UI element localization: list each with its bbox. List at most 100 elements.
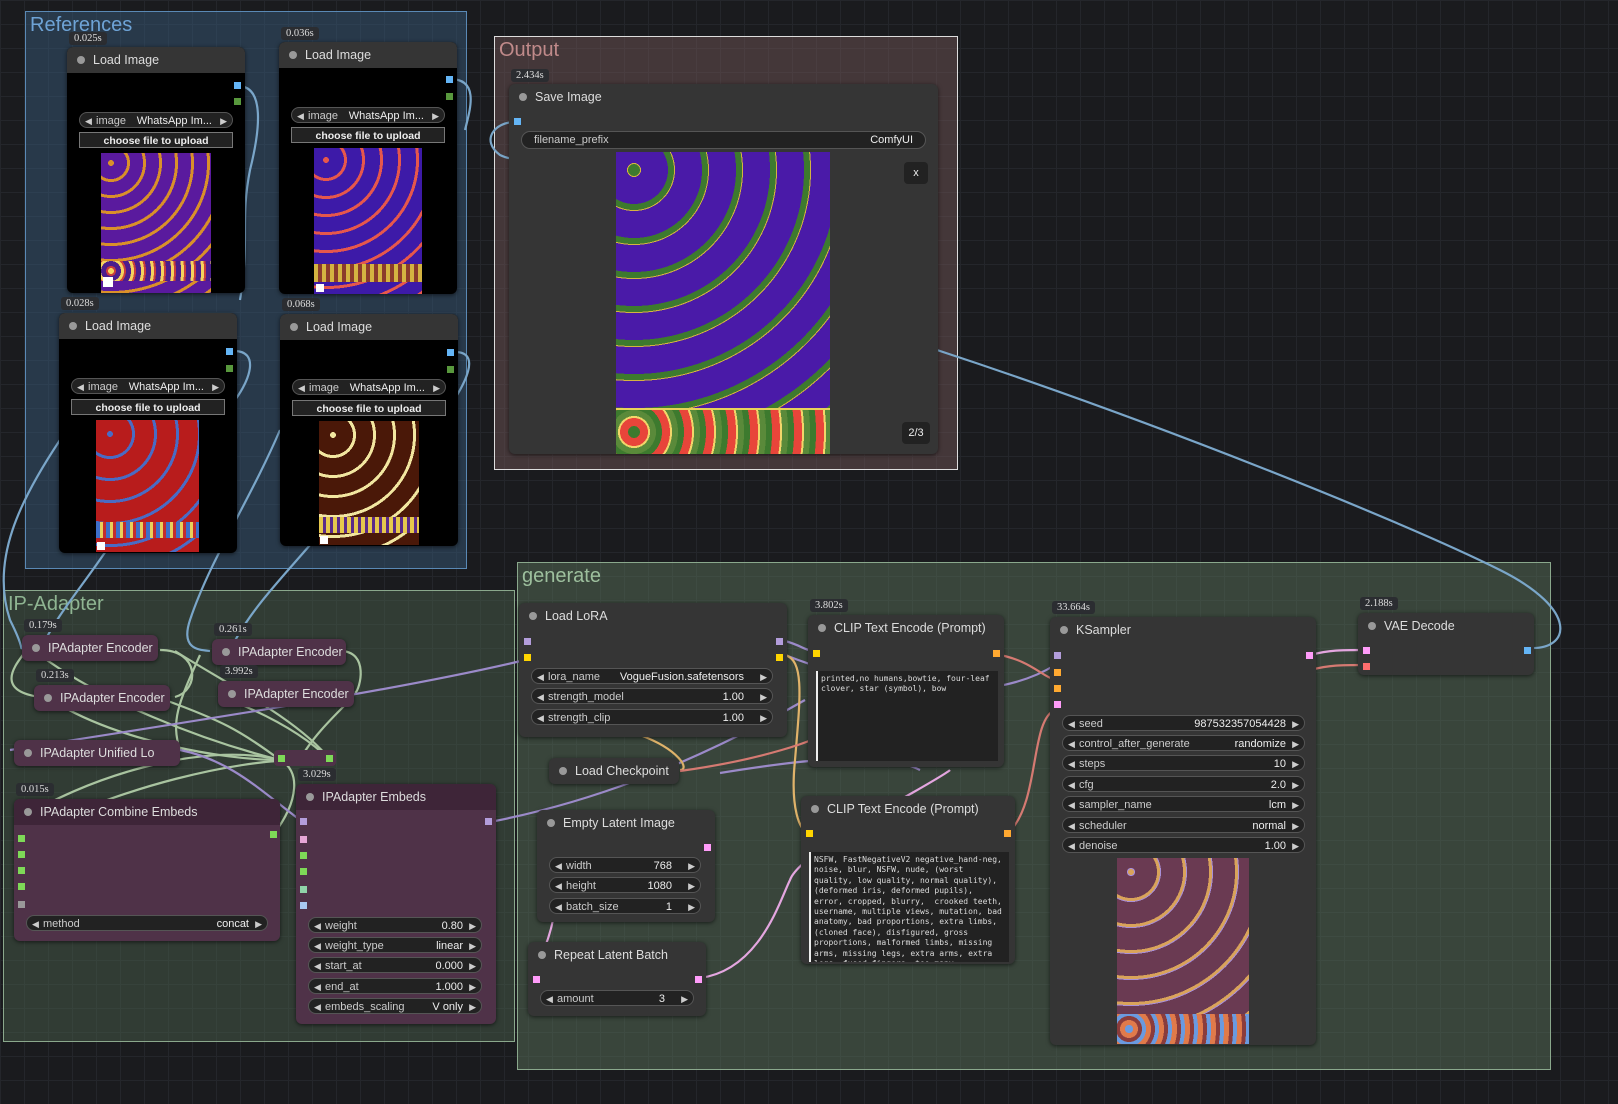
clip-vision-input-socket[interactable] <box>300 902 307 909</box>
weight-field[interactable]: ◀ weight 0.80 ▶ <box>308 917 482 933</box>
conditioning-output-socket[interactable] <box>993 650 1000 657</box>
embed4-input-socket[interactable] <box>18 883 25 890</box>
arrow-right-icon[interactable]: ▶ <box>255 916 262 932</box>
vae-decode-node[interactable]: VAE Decode <box>1358 613 1534 675</box>
prompt-textarea[interactable]: NSFW, FastNegativeV2 negative_hand-neg, … <box>809 852 1009 962</box>
node-title[interactable]: Load Image <box>279 42 457 68</box>
mask-output-socket[interactable] <box>447 366 454 373</box>
arrow-left-icon[interactable]: ◀ <box>546 991 553 1007</box>
node-title[interactable]: Repeat Latent Batch <box>528 942 706 968</box>
empty-latent-image-node[interactable]: Empty Latent Image ◀ width 768 ▶ ◀ heigh… <box>537 810 715 922</box>
negative-input-socket[interactable] <box>1054 685 1061 692</box>
node-title[interactable]: KSampler <box>1050 617 1316 643</box>
clip-input-socket[interactable] <box>813 650 820 657</box>
end-at-field[interactable]: ◀ end_at 1.000 ▶ <box>308 978 482 994</box>
arrow-right-icon[interactable]: ▶ <box>1292 818 1299 834</box>
node-title[interactable]: Save Image <box>509 84 938 110</box>
arrow-right-icon[interactable]: ▶ <box>1292 797 1299 813</box>
cfg-field[interactable]: ◀ cfg 2.0 ▶ <box>1062 776 1305 792</box>
image-output-socket[interactable] <box>446 76 453 83</box>
arrow-left-icon[interactable]: ◀ <box>555 858 562 874</box>
load-image-node-3[interactable]: Load Image ◀ image WhatsApp Im... ▶ choo… <box>59 313 237 553</box>
node-title[interactable]: Load Image <box>280 314 458 340</box>
steps-field[interactable]: ◀ steps 10 ▶ <box>1062 755 1305 771</box>
repeat-latent-batch-node[interactable]: Repeat Latent Batch ◀ amount 3 ▶ <box>528 942 706 1016</box>
node-title[interactable]: CLIP Text Encode (Prompt) <box>808 615 1004 641</box>
node-title[interactable]: Load Checkpoint <box>549 758 679 784</box>
arrow-left-icon[interactable]: ◀ <box>1068 838 1075 854</box>
upload-button[interactable]: choose file to upload <box>71 399 225 415</box>
node-title[interactable]: IPAdapter Encoder <box>218 681 354 707</box>
filename-prefix-field[interactable]: filename_prefix ComfyUI <box>521 131 926 149</box>
arrow-right-icon[interactable]: ▶ <box>1292 756 1299 772</box>
arrow-left-icon[interactable]: ◀ <box>32 916 39 932</box>
neg-embed-input-socket[interactable] <box>300 868 307 875</box>
clip-output-socket[interactable] <box>776 654 783 661</box>
arrow-right-icon[interactable]: ▶ <box>760 669 767 685</box>
node-title[interactable]: IPAdapter Encoder <box>212 639 346 665</box>
model-output-socket[interactable] <box>776 638 783 645</box>
reroute-socket[interactable] <box>278 755 285 762</box>
start-at-field[interactable]: ◀ start_at 0.000 ▶ <box>308 957 482 973</box>
model-output-socket[interactable] <box>485 818 492 825</box>
method-select[interactable]: ◀ method concat ▶ <box>26 915 268 931</box>
arrow-right-icon[interactable]: ▶ <box>469 918 476 934</box>
arrow-right-icon[interactable]: ▶ <box>469 979 476 995</box>
pos-embed-input-socket[interactable] <box>300 852 307 859</box>
arrow-right-icon[interactable]: ▶ <box>469 938 476 954</box>
node-title[interactable]: Load Image <box>67 47 245 73</box>
vae-input-socket[interactable] <box>1363 663 1370 670</box>
arrow-left-icon[interactable]: ◀ <box>85 113 92 129</box>
arrow-left-icon[interactable]: ◀ <box>555 899 562 915</box>
arrow-right-icon[interactable]: ▶ <box>760 710 767 726</box>
arrow-left-icon[interactable]: ◀ <box>314 938 321 954</box>
lora-name-select[interactable]: ◀ lora_name VogueFusion.safetensors ▶ <box>531 668 773 684</box>
height-field[interactable]: ◀ height 1080 ▶ <box>549 877 701 893</box>
arrow-right-icon[interactable]: ▶ <box>1292 736 1299 752</box>
save-image-node[interactable]: Save Image filename_prefix ComfyUI x 2/3 <box>509 84 938 454</box>
reroute-node[interactable] <box>274 750 336 766</box>
arrow-right-icon[interactable]: ▶ <box>432 108 439 124</box>
upload-button[interactable]: choose file to upload <box>291 127 445 143</box>
clip-text-encode-negative-node[interactable]: CLIP Text Encode (Prompt) NSFW, FastNega… <box>801 796 1015 964</box>
arrow-left-icon[interactable]: ◀ <box>1068 777 1075 793</box>
node-title[interactable]: IPAdapter Combine Embeds <box>14 799 280 825</box>
arrow-left-icon[interactable]: ◀ <box>537 710 544 726</box>
ipadapter-encoder-node-4[interactable]: IPAdapter Encoder <box>218 681 354 707</box>
arrow-left-icon[interactable]: ◀ <box>537 669 544 685</box>
mask-output-socket[interactable] <box>446 93 453 100</box>
image-select[interactable]: ◀ image WhatsApp Im... ▶ <box>291 107 445 123</box>
weight-type-select[interactable]: ◀ weight_type linear ▶ <box>308 937 482 953</box>
clip-text-encode-positive-node[interactable]: CLIP Text Encode (Prompt) printed,no hum… <box>808 615 1004 767</box>
arrow-right-icon[interactable]: ▶ <box>681 991 688 1007</box>
arrow-left-icon[interactable]: ◀ <box>555 878 562 894</box>
arrow-right-icon[interactable]: ▶ <box>688 878 695 894</box>
image-output-socket[interactable] <box>1524 647 1531 654</box>
node-title[interactable]: VAE Decode <box>1358 613 1534 639</box>
image-output-socket[interactable] <box>226 348 233 355</box>
conditioning-output-socket[interactable] <box>1004 830 1011 837</box>
arrow-right-icon[interactable]: ▶ <box>220 113 227 129</box>
arrow-left-icon[interactable]: ◀ <box>314 918 321 934</box>
mask-output-socket[interactable] <box>234 98 241 105</box>
node-title[interactable]: Load LoRA <box>519 603 787 629</box>
ipadapter-encoder-node-1[interactable]: IPAdapter Encoder <box>22 635 158 661</box>
denoise-field[interactable]: ◀ denoise 1.00 ▶ <box>1062 837 1305 853</box>
arrow-left-icon[interactable]: ◀ <box>314 999 321 1015</box>
arrow-right-icon[interactable]: ▶ <box>688 899 695 915</box>
load-checkpoint-node[interactable]: Load Checkpoint <box>549 758 679 784</box>
arrow-left-icon[interactable]: ◀ <box>314 979 321 995</box>
reroute-socket[interactable] <box>326 755 333 762</box>
sampler-name-select[interactable]: ◀ sampler_name lcm ▶ <box>1062 796 1305 812</box>
ipadapter-combine-embeds-node[interactable]: IPAdapter Combine Embeds ◀ method concat… <box>14 799 280 941</box>
arrow-left-icon[interactable]: ◀ <box>1068 797 1075 813</box>
arrow-right-icon[interactable]: ▶ <box>212 379 219 395</box>
node-title[interactable]: CLIP Text Encode (Prompt) <box>801 796 1015 822</box>
ipadapter-input-socket[interactable] <box>300 836 307 843</box>
samples-input-socket[interactable] <box>533 976 540 983</box>
image-output-socket[interactable] <box>234 82 241 89</box>
model-input-socket[interactable] <box>1054 652 1061 659</box>
strength-clip-field[interactable]: ◀ strength_clip 1.00 ▶ <box>531 709 773 725</box>
arrow-right-icon[interactable]: ▶ <box>760 689 767 705</box>
arrow-left-icon[interactable]: ◀ <box>537 689 544 705</box>
